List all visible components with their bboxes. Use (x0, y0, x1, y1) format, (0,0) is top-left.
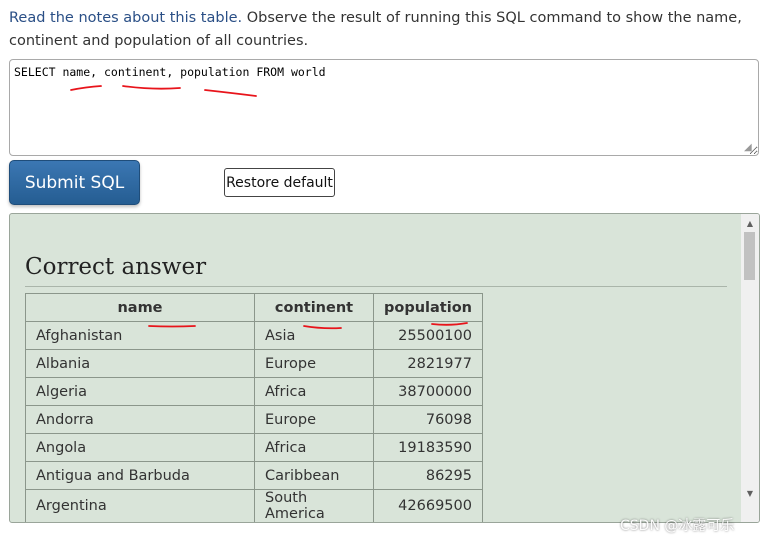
scroll-up-arrow-icon[interactable]: ▲ (741, 216, 759, 232)
results-table: name continent population Afghanistan As… (25, 293, 483, 522)
cell-population: 86295 (373, 461, 483, 490)
cell-name: Afghanistan (25, 321, 255, 350)
cell-population: 25500100 (373, 321, 483, 350)
cell-name: Andorra (25, 405, 255, 434)
resize-grip-icon[interactable]: ◢ (744, 142, 756, 154)
cell-continent: Africa (254, 377, 374, 406)
table-row: Algeria Africa 38700000 (25, 377, 483, 406)
cell-continent: Asia (254, 321, 374, 350)
cell-continent: Caribbean (254, 461, 374, 490)
cell-population: 76098 (373, 405, 483, 434)
instructions-text: Read the notes about this table. Observe… (9, 7, 759, 53)
cell-population: 42669500 (373, 489, 483, 522)
cell-population: 2821977 (373, 349, 483, 378)
restore-default-button[interactable]: Restore default (224, 168, 335, 197)
vertical-scrollbar[interactable]: ▲ ▼ (741, 214, 759, 522)
answer-panel: Correct answer name continent population… (9, 213, 760, 523)
table-row: Andorra Europe 76098 (25, 405, 483, 434)
cell-name: Algeria (25, 377, 255, 406)
cell-name: Angola (25, 433, 255, 462)
scroll-down-arrow-icon[interactable]: ▼ (741, 486, 759, 502)
scrollbar-thumb[interactable] (744, 232, 755, 280)
column-header-population: population (373, 293, 483, 322)
table-row: Albania Europe 2821977 (25, 349, 483, 378)
sql-input[interactable]: SELECT name, continent, population FROM … (9, 59, 759, 156)
column-header-name: name (25, 293, 255, 322)
cell-continent: Europe (254, 405, 374, 434)
watermark: CSDN @冰露可乐 (620, 518, 735, 534)
table-row: Afghanistan Asia 25500100 (25, 321, 483, 350)
cell-continent: Africa (254, 433, 374, 462)
cell-continent: Europe (254, 349, 374, 378)
cell-population: 38700000 (373, 377, 483, 406)
cell-name: Albania (25, 349, 255, 378)
notes-link[interactable]: Read the notes about this table. (9, 10, 242, 26)
answer-title: Correct answer (25, 254, 207, 280)
table-row: Argentina South America 42669500 (25, 489, 483, 522)
cell-name: Argentina (25, 489, 255, 522)
cell-name: Antigua and Barbuda (25, 461, 255, 490)
cell-continent: South America (254, 489, 374, 522)
title-divider (25, 286, 727, 287)
column-header-continent: continent (254, 293, 374, 322)
submit-sql-button[interactable]: Submit SQL (9, 160, 140, 205)
table-header-row: name continent population (25, 293, 483, 322)
cell-population: 19183590 (373, 433, 483, 462)
table-row: Angola Africa 19183590 (25, 433, 483, 462)
table-row: Antigua and Barbuda Caribbean 86295 (25, 461, 483, 490)
